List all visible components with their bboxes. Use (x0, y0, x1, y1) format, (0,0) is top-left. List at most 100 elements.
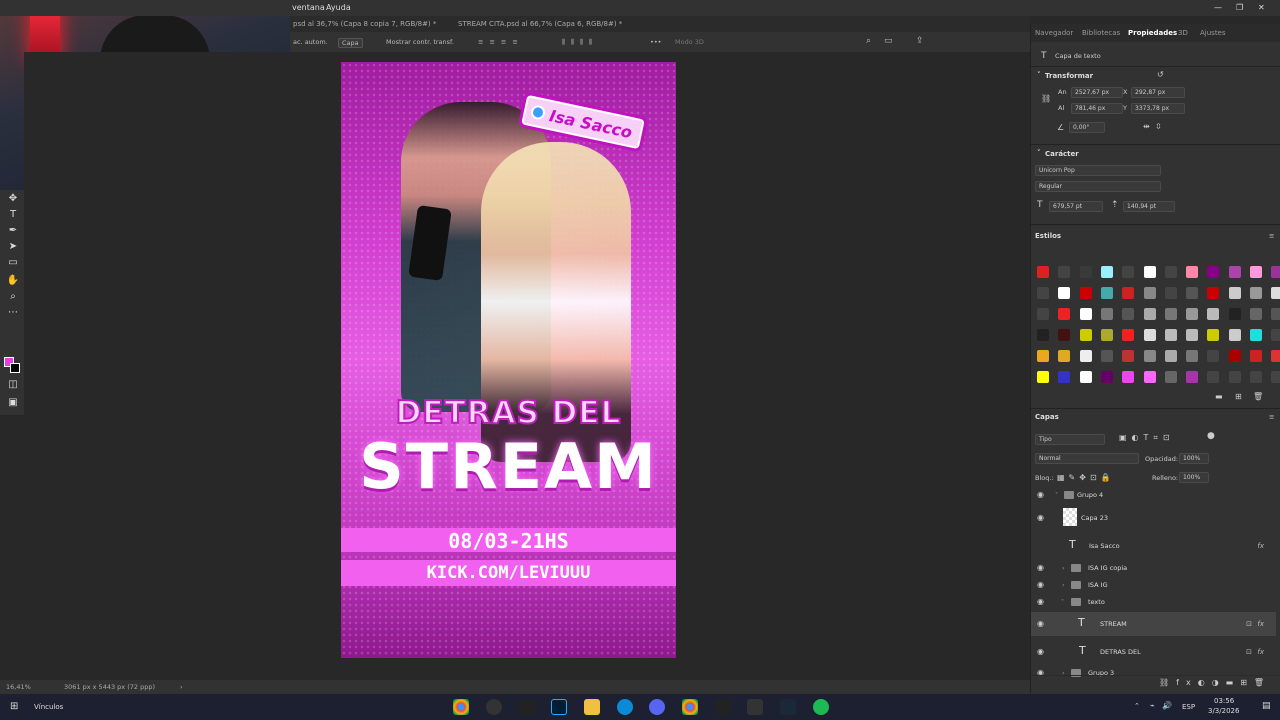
file-explorer-icon[interactable] (584, 699, 600, 715)
more-options-icon[interactable]: ••• (650, 38, 662, 46)
smart-link-icon[interactable]: ⊡ (1246, 648, 1252, 656)
character-chevron-icon[interactable]: ˅ (1037, 149, 1041, 157)
volume-icon[interactable]: 🔊 (1162, 701, 1172, 710)
style-swatch[interactable] (1186, 308, 1199, 320)
style-swatch[interactable] (1037, 308, 1049, 320)
poster-canvas[interactable]: Isa Sacco DETRAS DEL STREAM 08/03-21HS K… (341, 62, 676, 658)
layer-row[interactable]: ◉ Capa 23 (1031, 506, 1276, 530)
zoom-level[interactable]: 16,41% (6, 683, 31, 691)
style-swatch[interactable] (1037, 371, 1049, 383)
visibility-eye-icon[interactable]: ◉ (1037, 514, 1047, 522)
close-icon[interactable]: ✕ (1258, 3, 1265, 12)
epic-games-icon[interactable] (747, 699, 763, 715)
style-swatch[interactable] (1100, 350, 1113, 362)
chevron-down-icon[interactable]: ˅ (1061, 599, 1064, 606)
quick-mask-icon[interactable]: ◫ (6, 378, 20, 392)
style-swatch[interactable] (1250, 350, 1262, 362)
layer-row-selected[interactable]: ◉ T STREAM ⊡ fx (1031, 612, 1276, 636)
menu-ventana[interactable]: ventana (292, 3, 325, 12)
align-icons[interactable]: ≡≡≡≡ (478, 38, 524, 46)
style-swatch[interactable] (1164, 266, 1177, 278)
chrome-profile-icon[interactable] (682, 699, 698, 715)
screen-mode-icon[interactable]: ▣ (6, 396, 20, 410)
layer-row[interactable]: T Isa Sacco fx (1031, 534, 1276, 558)
style-swatch[interactable] (1164, 308, 1177, 320)
leading-field[interactable]: 140,94 pt (1123, 201, 1175, 212)
type-tool-icon[interactable]: T (6, 208, 20, 222)
style-swatch[interactable] (1100, 308, 1113, 320)
style-swatch[interactable] (1122, 287, 1135, 299)
visibility-eye-icon[interactable]: ◉ (1037, 620, 1047, 628)
angle-field[interactable]: 0,00° (1069, 122, 1105, 133)
chevron-right-icon[interactable]: › (1062, 581, 1065, 589)
style-swatch[interactable] (1207, 371, 1220, 383)
trash-icon[interactable]: 🗑 (1253, 392, 1263, 401)
style-swatch[interactable] (1100, 287, 1113, 299)
visibility-eye-icon[interactable]: ◉ (1037, 491, 1047, 499)
visibility-eye-icon[interactable]: ◉ (1037, 598, 1047, 606)
edge-icon[interactable] (617, 699, 633, 715)
style-swatch[interactable] (1271, 371, 1280, 383)
capcut-2-icon[interactable] (715, 699, 731, 715)
style-swatch[interactable] (1037, 287, 1049, 299)
menu-ayuda[interactable]: Ayuda (326, 3, 351, 12)
search-icon[interactable]: ⌕ (866, 36, 871, 46)
style-swatch[interactable] (1058, 350, 1071, 362)
effects-icon[interactable]: fx (1257, 620, 1264, 628)
tab-bibliotecas[interactable]: Bibliotecas (1082, 29, 1120, 37)
style-swatch[interactable] (1228, 287, 1241, 299)
visibility-eye-icon[interactable]: ◉ (1037, 581, 1047, 589)
style-swatch[interactable] (1250, 266, 1262, 278)
style-swatch[interactable] (1058, 287, 1071, 299)
style-swatch[interactable] (1122, 350, 1135, 362)
style-swatch[interactable] (1164, 350, 1177, 362)
flip-horizontal-icon[interactable]: ⇹ (1143, 122, 1150, 131)
flip-vertical-icon[interactable]: ⇳ (1155, 122, 1162, 131)
tab-ajustes[interactable]: Ajustes (1200, 29, 1226, 37)
auto-select-checkbox[interactable]: ac. autom. (293, 38, 328, 46)
new-group-icon[interactable]: ▬ (1215, 392, 1223, 401)
font-family-select[interactable]: Unicorn Pop (1035, 165, 1161, 176)
tab-3d[interactable]: 3D (1178, 29, 1188, 37)
layer-select-dropdown[interactable]: Capa (338, 38, 363, 48)
style-swatch[interactable] (1207, 350, 1220, 362)
filter-toggle-icon[interactable]: ● (1207, 431, 1215, 441)
style-swatch[interactable] (1122, 308, 1135, 320)
style-swatch[interactable] (1079, 266, 1092, 278)
photoshop-icon[interactable] (551, 699, 567, 715)
layer-row[interactable]: ◉ ˅ Grupo 4 (1031, 486, 1276, 506)
style-swatch[interactable] (1058, 329, 1071, 341)
y-field[interactable]: 3373,78 px (1131, 103, 1185, 114)
style-swatch[interactable] (1079, 308, 1092, 320)
more-tools-icon[interactable]: ⋯ (6, 306, 20, 320)
transform-chevron-icon[interactable]: ˅ (1037, 71, 1041, 79)
style-swatch[interactable] (1207, 329, 1220, 341)
style-swatch[interactable] (1271, 266, 1280, 278)
style-swatch[interactable] (1143, 329, 1156, 341)
discord-icon[interactable] (649, 699, 665, 715)
show-transform-checkbox[interactable]: Mostrar contr. transf. (386, 38, 454, 46)
style-swatch[interactable] (1058, 371, 1071, 383)
pen-tool-icon[interactable]: ✒ (6, 224, 20, 238)
restore-icon[interactable]: ❐ (1236, 3, 1243, 12)
style-swatch[interactable] (1100, 329, 1113, 341)
chrome-icon[interactable] (453, 699, 469, 715)
network-icon[interactable]: ⌁ (1150, 701, 1155, 710)
style-swatch[interactable] (1228, 371, 1241, 383)
language-indicator[interactable]: ESP (1182, 703, 1195, 711)
style-swatch[interactable] (1207, 266, 1220, 278)
style-swatch[interactable] (1164, 371, 1177, 383)
new-style-icon[interactable]: ⊞ (1235, 392, 1242, 401)
style-swatch[interactable] (1143, 266, 1156, 278)
style-swatch[interactable] (1164, 329, 1177, 341)
tray-expand-icon[interactable]: ⌃ (1134, 702, 1140, 710)
style-swatch[interactable] (1250, 371, 1262, 383)
style-swatch[interactable] (1058, 266, 1071, 278)
clock-time[interactable]: 03:56 (1214, 697, 1234, 705)
style-swatch[interactable] (1122, 329, 1135, 341)
width-field[interactable]: 2527,67 px (1071, 87, 1123, 98)
style-swatch[interactable] (1207, 287, 1220, 299)
tab-document-2[interactable]: STREAM CITA.psd al 66,7% (Capa 6, RGB/8#… (458, 20, 622, 28)
style-swatch[interactable] (1079, 329, 1092, 341)
spotify-icon[interactable] (813, 699, 829, 715)
